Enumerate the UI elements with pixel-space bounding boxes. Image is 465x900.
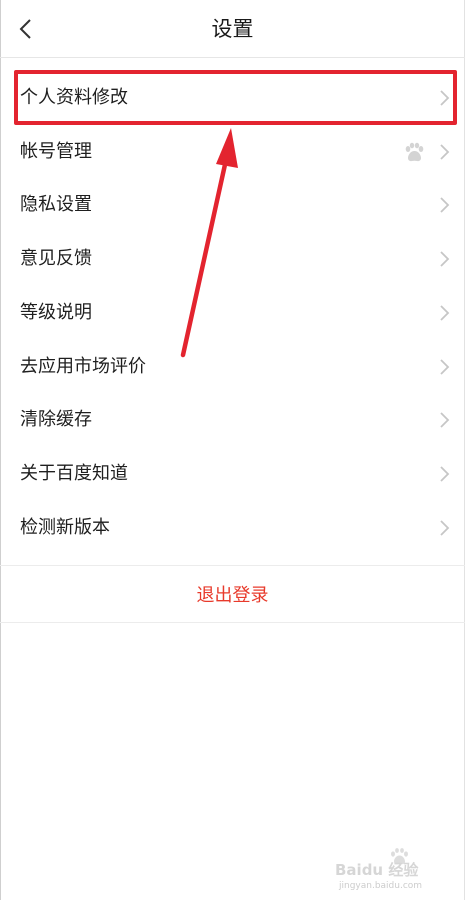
menu-item-label: 帐号管理 — [20, 140, 92, 162]
watermark-brand: Baidu 经验 — [335, 861, 419, 879]
annotation-highlight-box — [14, 70, 457, 125]
menu-item-clear-cache[interactable]: 清除缓存 — [0, 394, 465, 448]
page-title: 设置 — [211, 17, 254, 41]
menu-item-check-update[interactable]: 检测新版本 — [0, 501, 465, 555]
annotation-arrow — [180, 128, 238, 358]
menu-item-label: 检测新版本 — [20, 516, 110, 538]
watermark-url: jingyan.baidu.com — [338, 881, 422, 891]
divider — [0, 622, 465, 623]
chevron-right-icon — [440, 358, 450, 375]
menu-item-about[interactable]: 关于百度知道 — [0, 447, 465, 501]
menu-item-label: 去应用市场评价 — [20, 355, 146, 377]
menu-item-label: 关于百度知道 — [20, 463, 128, 485]
top-bar: 设置 — [0, 0, 465, 58]
chevron-right-icon — [440, 520, 450, 536]
logout-button[interactable]: 退出登录 — [0, 566, 465, 622]
chevron-right-icon — [440, 197, 450, 214]
chevron-right-icon — [440, 143, 450, 160]
menu-item-label: 清除缓存 — [20, 409, 92, 431]
baidu-jingyan-watermark: Baidu 经验 jingyan.baidu.com — [335, 848, 422, 891]
chevron-right-icon — [440, 466, 450, 482]
chevron-right-icon — [440, 305, 450, 321]
baidu-paw-icon — [405, 142, 424, 161]
menu-item-label: 隐私设置 — [20, 194, 92, 216]
chevron-right-icon — [440, 412, 450, 429]
chevron-right-icon — [440, 251, 450, 267]
menu-item-label: 意见反馈 — [20, 248, 92, 270]
menu-item-label: 等级说明 — [20, 301, 92, 323]
